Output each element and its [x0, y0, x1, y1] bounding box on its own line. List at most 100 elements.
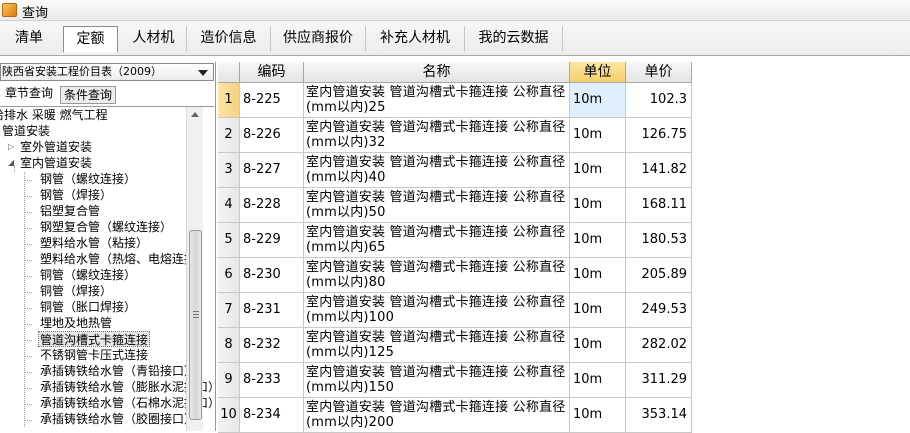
row-number: 2 — [218, 118, 240, 153]
cell-unit[interactable]: 10m — [570, 363, 626, 398]
cell-price[interactable]: 249.53 — [626, 293, 692, 328]
tree-node-cast-iron-lead[interactable]: 承插铸铁给水管（青铅接口） — [40, 363, 196, 379]
cell-name[interactable]: 室内管道安装 管道沟槽式卡箍连接 公称直径(mm以内)32 — [304, 118, 570, 153]
tree-node-pipe-installation[interactable]: 管道安装 — [2, 123, 50, 139]
cell-code[interactable]: 8-229 — [240, 223, 304, 258]
tree-connector — [25, 276, 32, 277]
cell-unit[interactable]: 10m — [570, 223, 626, 258]
tree-connector — [25, 292, 32, 293]
cell-unit[interactable]: 10m — [570, 398, 626, 433]
cell-name[interactable]: 室内管道安装 管道沟槽式卡箍连接 公称直径(mm以内)25 — [304, 83, 570, 118]
tab-labor-material-machine[interactable]: 人材机 — [121, 26, 187, 52]
tree-node-indoor-pipe[interactable]: 室内管道安装 — [20, 155, 92, 171]
cell-unit[interactable]: 10m — [570, 83, 626, 118]
cell-name[interactable]: 室内管道安装 管道沟槽式卡箍连接 公称直径(mm以内)40 — [304, 153, 570, 188]
tree-connector — [25, 212, 32, 213]
cell-code[interactable]: 8-234 — [240, 398, 304, 433]
scrollbar-thumb[interactable] — [189, 230, 202, 420]
quota-results-grid: 编码 名称 单位 单价 1 8-225 室内管道安装 管道沟槽式卡箍连接 公称直径(… — [218, 62, 692, 433]
tree-node-copper-threaded[interactable]: 铜管（螺纹连接） — [40, 267, 136, 283]
window-title: 查询 — [22, 6, 49, 21]
column-header-name[interactable]: 名称 — [304, 62, 570, 83]
scroll-up-arrow-icon[interactable] — [191, 112, 199, 117]
cell-price[interactable]: 311.29 — [626, 363, 692, 398]
tab-chapter-search[interactable]: 章节查询 — [2, 84, 56, 104]
tab-supplementary-lmm[interactable]: 补充人材机 — [366, 26, 465, 52]
tree-node-stainless-press[interactable]: 不锈钢管卡压式连接 — [40, 347, 148, 363]
row-number: 5 — [218, 223, 240, 258]
grip-line — [193, 314, 199, 315]
cell-unit[interactable]: 10m — [570, 328, 626, 363]
cell-price[interactable]: 353.14 — [626, 398, 692, 433]
title-bar: 查询 — [0, 0, 910, 21]
dropdown-arrow-icon[interactable] — [198, 70, 208, 76]
cell-price[interactable]: 282.02 — [626, 328, 692, 363]
tab-bill[interactable]: 清单 — [0, 26, 58, 52]
cell-code[interactable]: 8-230 — [240, 258, 304, 293]
cell-name[interactable]: 室内管道安装 管道沟槽式卡箍连接 公称直径(mm以内)80 — [304, 258, 570, 293]
cell-code[interactable]: 8-231 — [240, 293, 304, 328]
row-number: 6 — [218, 258, 240, 293]
cell-unit[interactable]: 10m — [570, 188, 626, 223]
cell-name[interactable]: 室内管道安装 管道沟槽式卡箍连接 公称直径(mm以内)200 — [304, 398, 570, 433]
cell-code[interactable]: 8-232 — [240, 328, 304, 363]
catalog-select[interactable]: 陕西省安装工程价目表（2009） — [0, 63, 214, 81]
cell-price[interactable]: 168.11 — [626, 188, 692, 223]
tree-node-copper-welded[interactable]: 铜管（焊接） — [40, 283, 112, 299]
cell-code[interactable]: 8-233 — [240, 363, 304, 398]
cell-code[interactable]: 8-225 — [240, 83, 304, 118]
cell-code[interactable]: 8-228 — [240, 188, 304, 223]
tree-node-buried-floor-heating[interactable]: 埋地及地热管 — [40, 315, 112, 331]
search-mode-tabs: 章节查询 条件查询 — [0, 84, 216, 104]
cell-name[interactable]: 室内管道安装 管道沟槽式卡箍连接 公称直径(mm以内)125 — [304, 328, 570, 363]
chapter-tree: 给排水 采暖 燃气工程 管道安装 ▷ 室外管道安装 ◢ 室内管道安装 钢管（螺纹… — [0, 106, 214, 431]
tab-cost-info[interactable]: 造价信息 — [187, 26, 271, 52]
tab-supplier-quote[interactable]: 供应商报价 — [271, 26, 366, 52]
tab-quota[interactable]: 定额 — [63, 26, 118, 53]
cell-name[interactable]: 室内管道安装 管道沟槽式卡箍连接 公称直径(mm以内)65 — [304, 223, 570, 258]
tree-node-steel-welded[interactable]: 钢管（焊接） — [40, 187, 112, 203]
column-header-code[interactable]: 编码 — [240, 62, 304, 83]
expand-arrow-icon[interactable]: ▷ — [8, 139, 14, 155]
tree-connector — [25, 324, 32, 325]
cell-unit[interactable]: 10m — [570, 258, 626, 293]
cell-code[interactable]: 8-226 — [240, 118, 304, 153]
cell-price[interactable]: 205.89 — [626, 258, 692, 293]
tree-connector — [25, 244, 32, 245]
cell-unit[interactable]: 10m — [570, 118, 626, 153]
tree-node-copper-flare-welded[interactable]: 铜管（胀口焊接） — [40, 299, 136, 315]
cell-name[interactable]: 室内管道安装 管道沟槽式卡箍连接 公称直径(mm以内)50 — [304, 188, 570, 223]
collapse-arrow-icon[interactable]: ◢ — [8, 155, 14, 171]
tree-node-plumbing-heating-gas[interactable]: 给排水 采暖 燃气工程 — [0, 107, 108, 123]
grip-line — [193, 317, 199, 318]
tree-node-steel-plastic[interactable]: 钢塑复合管（螺纹连接） — [40, 219, 172, 235]
tab-my-cloud-data[interactable]: 我的云数据 — [465, 26, 563, 52]
row-number: 7 — [218, 293, 240, 328]
tree-scrollbar[interactable] — [186, 107, 203, 431]
tree-node-grooved-clamp[interactable]: 管道沟槽式卡箍连接 — [38, 331, 151, 347]
tree-connector — [25, 388, 32, 389]
row-number: 8 — [218, 328, 240, 363]
cell-name[interactable]: 室内管道安装 管道沟槽式卡箍连接 公称直径(mm以内)150 — [304, 363, 570, 398]
tree-node-cast-iron-rubber-ring[interactable]: 承插铸铁给水管（胶圈接口） — [40, 411, 196, 427]
tree-node-aluminum-plastic[interactable]: 铝塑复合管 — [40, 203, 100, 219]
cell-price[interactable]: 102.3 — [626, 83, 692, 118]
tree-node-plastic-glued[interactable]: 塑料给水管（粘接） — [40, 235, 148, 251]
cell-name[interactable]: 室内管道安装 管道沟槽式卡箍连接 公称直径(mm以内)100 — [304, 293, 570, 328]
column-header-unit[interactable]: 单位 — [570, 62, 626, 83]
cell-code[interactable]: 8-227 — [240, 153, 304, 188]
tree-node-plastic-fused[interactable]: 塑料给水管（热熔、电熔连接） — [40, 251, 208, 267]
tree-connector — [25, 196, 32, 197]
cell-price[interactable]: 180.53 — [626, 223, 692, 258]
cell-price[interactable]: 126.75 — [626, 118, 692, 153]
tree-node-steel-threaded[interactable]: 钢管（螺纹连接） — [40, 171, 136, 187]
tree-node-outdoor-pipe[interactable]: 室外管道安装 — [20, 139, 92, 155]
tab-condition-search[interactable]: 条件查询 — [60, 86, 117, 104]
column-header-price[interactable]: 单价 — [626, 62, 692, 83]
tree-connector — [25, 228, 32, 229]
cell-unit[interactable]: 10m — [570, 153, 626, 188]
grip-line — [193, 311, 199, 312]
cell-unit[interactable]: 10m — [570, 293, 626, 328]
row-number: 1 — [218, 83, 240, 118]
cell-price[interactable]: 141.82 — [626, 153, 692, 188]
